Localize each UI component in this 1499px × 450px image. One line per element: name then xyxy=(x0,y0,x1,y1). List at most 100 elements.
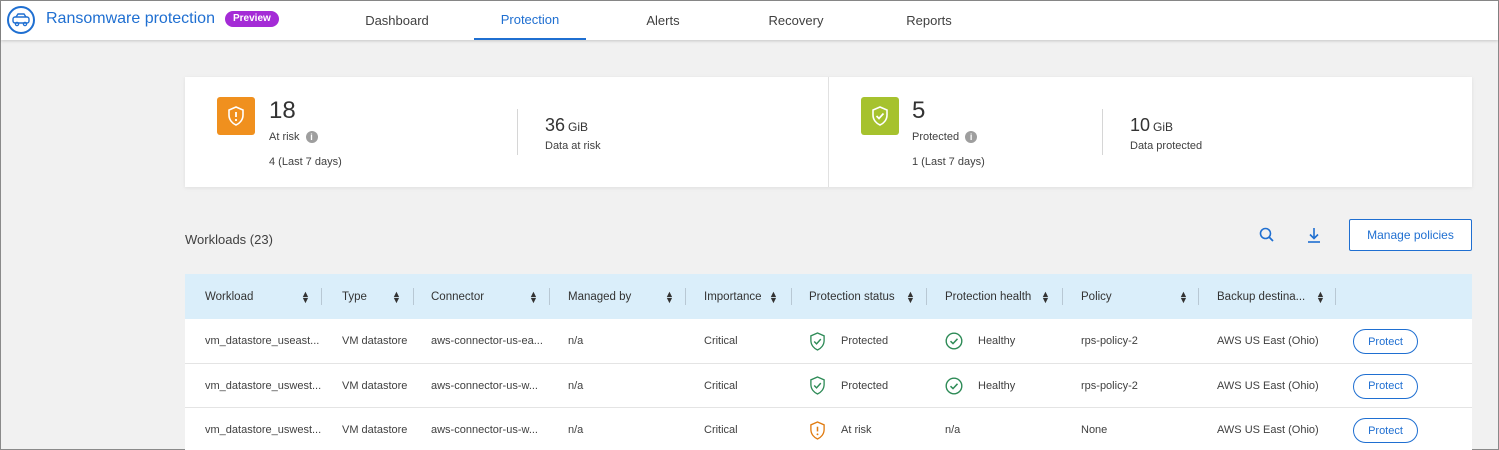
cell-protection-health: Healthy xyxy=(945,364,1015,408)
sort-icon[interactable]: ▲ ▼ xyxy=(1179,289,1188,304)
cell-connector: aws-connector-us-ea... xyxy=(431,335,543,347)
column-label: Managed by xyxy=(568,290,632,303)
info-icon[interactable]: i xyxy=(305,131,318,143)
data-protected-unit: GiB xyxy=(1153,120,1174,134)
divider xyxy=(517,109,518,155)
at-risk-note: 4 (Last 7 days) xyxy=(269,156,342,168)
cell-importance: Critical xyxy=(704,335,738,347)
workloads-table: Workload ▲ ▼ Type ▲ ▼ Connector ▲ ▼ Managed… xyxy=(185,274,1472,450)
table-header: Workload ▲ ▼ Type ▲ ▼ Connector ▲ ▼ Managed… xyxy=(185,274,1472,319)
sort-icon[interactable]: ▲ ▼ xyxy=(529,289,538,304)
cell-backup-destination: AWS US East (Ohio) xyxy=(1217,424,1319,436)
shield-check-icon xyxy=(861,97,899,135)
preview-badge: Preview xyxy=(225,11,279,27)
data-at-risk-label: Data at risk xyxy=(545,140,601,152)
tab-protection[interactable]: Protection xyxy=(474,1,586,40)
cell-type: VM datastore xyxy=(342,424,408,436)
at-risk-label: At risk i xyxy=(269,131,318,143)
column-header-protection-health[interactable]: Protection health ▲ ▼ xyxy=(945,274,1065,319)
column-label: Backup destina... xyxy=(1217,290,1306,303)
cell-workload: vm_datastore_uswest... xyxy=(205,424,322,436)
download-icon[interactable] xyxy=(1305,226,1323,244)
summary-card: 18 At risk i 4 (Last 7 days) 36 GiB Data … xyxy=(185,77,1472,187)
column-header-managed-by[interactable]: Managed by ▲ ▼ xyxy=(568,274,678,319)
column-header-importance[interactable]: Importance ▲ ▼ xyxy=(704,274,794,319)
cell-protection-status: Protected xyxy=(809,319,888,363)
ransomware-logo-icon xyxy=(7,6,35,34)
health-text: Healthy xyxy=(978,379,1016,392)
data-protected-value: 10 GiB xyxy=(1130,115,1173,136)
column-divider xyxy=(685,288,686,305)
protected-note: 1 (Last 7 days) xyxy=(912,156,985,168)
tab-alerts[interactable]: Alerts xyxy=(612,1,714,40)
protect-button[interactable]: Protect xyxy=(1353,329,1418,354)
cell-type: VM datastore xyxy=(342,335,408,347)
cell-connector: aws-connector-us-w... xyxy=(431,379,538,392)
cell-protection-status: Protected xyxy=(809,364,888,408)
sort-icon[interactable]: ▲ ▼ xyxy=(906,289,915,304)
column-divider xyxy=(1062,288,1063,305)
protect-button[interactable]: Protect xyxy=(1353,373,1418,399)
sort-icon[interactable]: ▲ ▼ xyxy=(392,289,401,304)
protect-button[interactable]: Protect xyxy=(1353,418,1418,443)
cell-managed-by: n/a xyxy=(568,424,584,436)
tab-recovery[interactable]: Recovery xyxy=(745,1,847,40)
column-label: Workload xyxy=(205,290,254,303)
column-divider xyxy=(791,288,792,305)
shield-check-icon xyxy=(809,376,826,395)
protected-count: 5 xyxy=(912,97,926,124)
data-protected-label: Data protected xyxy=(1130,140,1203,152)
sort-icon[interactable]: ▲ ▼ xyxy=(1041,289,1050,304)
protected-label: Protected i xyxy=(912,131,978,143)
sort-icon[interactable]: ▲ ▼ xyxy=(1316,289,1325,304)
column-label: Protection health xyxy=(945,290,1032,303)
column-label: Policy xyxy=(1081,290,1112,303)
column-label: Type xyxy=(342,290,367,303)
table-row[interactable]: vm_datastore_uswest... VM datastore aws-… xyxy=(185,408,1472,450)
column-header-protection-status[interactable]: Protection status ▲ ▼ xyxy=(809,274,924,319)
status-text: Protected xyxy=(841,379,889,392)
column-divider xyxy=(413,288,414,305)
divider xyxy=(828,77,829,187)
search-icon[interactable] xyxy=(1258,226,1276,244)
cell-managed-by: n/a xyxy=(568,335,584,347)
at-risk-count: 18 xyxy=(269,97,296,124)
sort-icon[interactable]: ▲ ▼ xyxy=(665,289,674,304)
sort-icon[interactable]: ▲ ▼ xyxy=(769,289,778,304)
column-divider xyxy=(926,288,927,305)
cell-protection-health: n/a xyxy=(945,424,961,436)
cell-policy: rps-policy-2 xyxy=(1081,335,1138,347)
data-at-risk-value: 36 GiB xyxy=(545,115,588,136)
column-header-connector[interactable]: Connector ▲ ▼ xyxy=(431,274,551,319)
sort-icon[interactable]: ▲ ▼ xyxy=(301,289,310,304)
column-label: Protection status xyxy=(809,290,895,303)
column-header-policy[interactable]: Policy ▲ ▼ xyxy=(1081,274,1196,319)
column-header-workload[interactable]: Workload ▲ ▼ xyxy=(205,274,315,319)
cell-workload: vm_datastore_useast... xyxy=(205,335,320,347)
cell-importance: Critical xyxy=(704,424,738,436)
status-text: At risk xyxy=(841,424,872,436)
info-icon[interactable]: i xyxy=(965,131,978,143)
tab-dashboard[interactable]: Dashboard xyxy=(346,1,448,40)
column-header-type[interactable]: Type ▲ ▼ xyxy=(342,274,412,319)
tab-reports[interactable]: Reports xyxy=(878,1,980,40)
column-divider xyxy=(1335,288,1336,305)
cell-importance: Critical xyxy=(704,379,738,392)
column-divider xyxy=(1198,288,1199,305)
data-protected-number: 10 xyxy=(1130,115,1151,135)
table-row[interactable]: vm_datastore_uswest... VM datastore aws-… xyxy=(185,364,1472,408)
column-header-backup-destination[interactable]: Backup destina... ▲ ▼ xyxy=(1217,274,1337,319)
cell-policy: rps-policy-2 xyxy=(1081,379,1138,392)
cell-protection-health: Healthy xyxy=(945,319,1015,363)
cell-backup-destination: AWS US East (Ohio) xyxy=(1217,335,1319,347)
check-circle-icon xyxy=(945,332,963,350)
column-label: Importance xyxy=(704,290,762,303)
manage-policies-button[interactable]: Manage policies xyxy=(1349,219,1472,251)
app-title: Ransomware protection xyxy=(46,10,215,27)
column-divider xyxy=(549,288,550,305)
health-text: Healthy xyxy=(978,335,1016,347)
table-row[interactable]: vm_datastore_useast... VM datastore aws-… xyxy=(185,319,1472,364)
cell-policy: None xyxy=(1081,424,1108,436)
check-circle-icon xyxy=(945,376,963,395)
shield-check-icon xyxy=(809,331,826,351)
